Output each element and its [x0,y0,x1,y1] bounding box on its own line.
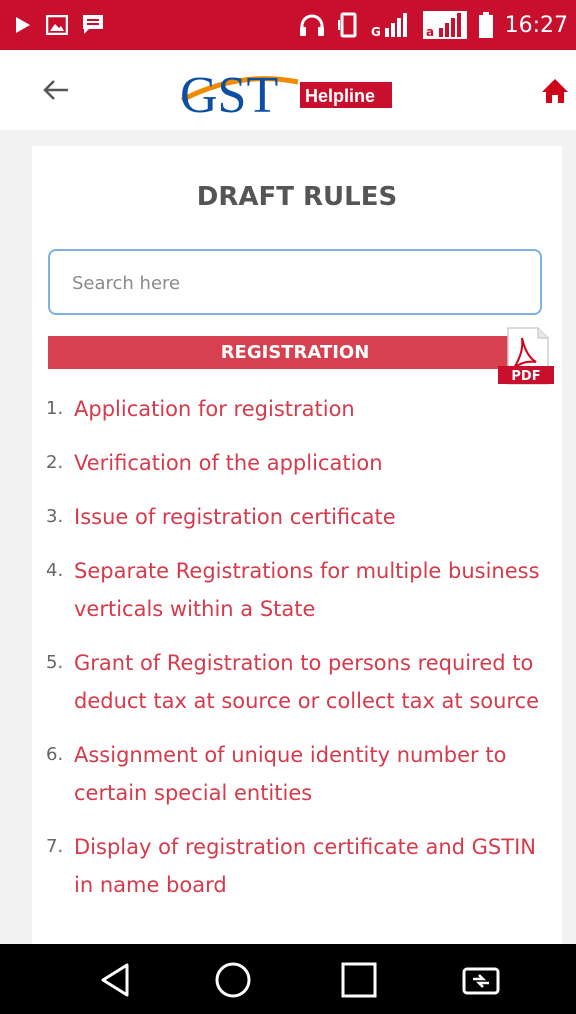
list-item-number: 3. [46,506,64,527]
logo-badge: Helpline [305,86,375,106]
list-item-number: 7. [46,836,64,857]
headphones-icon [299,14,324,36]
list-item-number: 6. [46,744,64,765]
logo-text: GST [180,67,278,120]
rule-link[interactable]: Display of registration certificate and … [74,828,546,904]
rule-link[interactable]: Application for registration [74,390,355,428]
vibrate-icon [337,12,357,38]
svg-text:G: G [371,25,381,38]
battery-icon [478,12,493,38]
list-item-number: 4. [46,560,64,581]
app-bar: GST Helpline [0,50,576,130]
rule-link[interactable]: Verification of the application [74,444,383,482]
signal-icon: a [422,11,467,39]
page-title: DRAFT RULES [196,182,398,212]
status-bar: G a 16:27 [0,0,576,50]
pdf-icon[interactable]: PDF [496,326,556,388]
home-button[interactable] [540,76,570,106]
back-arrow-icon [43,80,68,100]
image-icon [46,15,68,35]
svg-text:a: a [426,25,434,39]
back-triangle-icon[interactable] [95,959,137,1001]
list-item[interactable]: 6. Assignment of unique identity number t… [46,736,546,812]
list-item[interactable]: 2. Verification of the application [46,444,546,482]
list-item-number: 2. [46,452,64,473]
rule-link[interactable]: Separate Registrations for multiple busi… [74,552,546,628]
pdf-badge-text: PDF [511,369,540,384]
list-item-number: 5. [46,652,64,673]
play-icon [16,17,30,33]
section-header-registration[interactable]: REGISTRATION [48,336,542,369]
rule-link[interactable]: Assignment of unique identity number to … [74,736,546,812]
search-box[interactable] [48,249,542,315]
list-item[interactable]: 1. Application for registration [46,390,546,428]
home-circle-icon[interactable] [212,959,254,1001]
gst-helpline-logo: GST Helpline [180,67,392,120]
content-card: DRAFT RULES REGISTRATION PDF 1. Applicati… [32,146,562,966]
home-icon [542,79,568,103]
list-item[interactable]: 3. Issue of registration certificate [46,498,546,536]
rule-link[interactable]: Grant of Registration to persons require… [74,644,546,720]
list-item-number: 1. [46,398,64,419]
signal-icon: G [371,13,407,38]
navigation-bar [0,944,576,1014]
screen-switch-icon[interactable] [460,959,502,1001]
search-input[interactable] [70,265,514,301]
list-item[interactable]: 7. Display of registration certificate an… [46,828,546,904]
message-icon [83,15,103,34]
list-item[interactable]: 4. Separate Registrations for multiple bu… [46,552,546,628]
back-button[interactable] [36,72,76,108]
list-item[interactable]: 5. Grant of Registration to persons requi… [46,644,546,720]
rule-link[interactable]: Issue of registration certificate [74,498,396,536]
recents-square-icon[interactable] [338,959,380,1001]
status-time: 16:27 [504,12,568,38]
rules-list: 1. Application for registration 2. Verific… [46,390,546,920]
